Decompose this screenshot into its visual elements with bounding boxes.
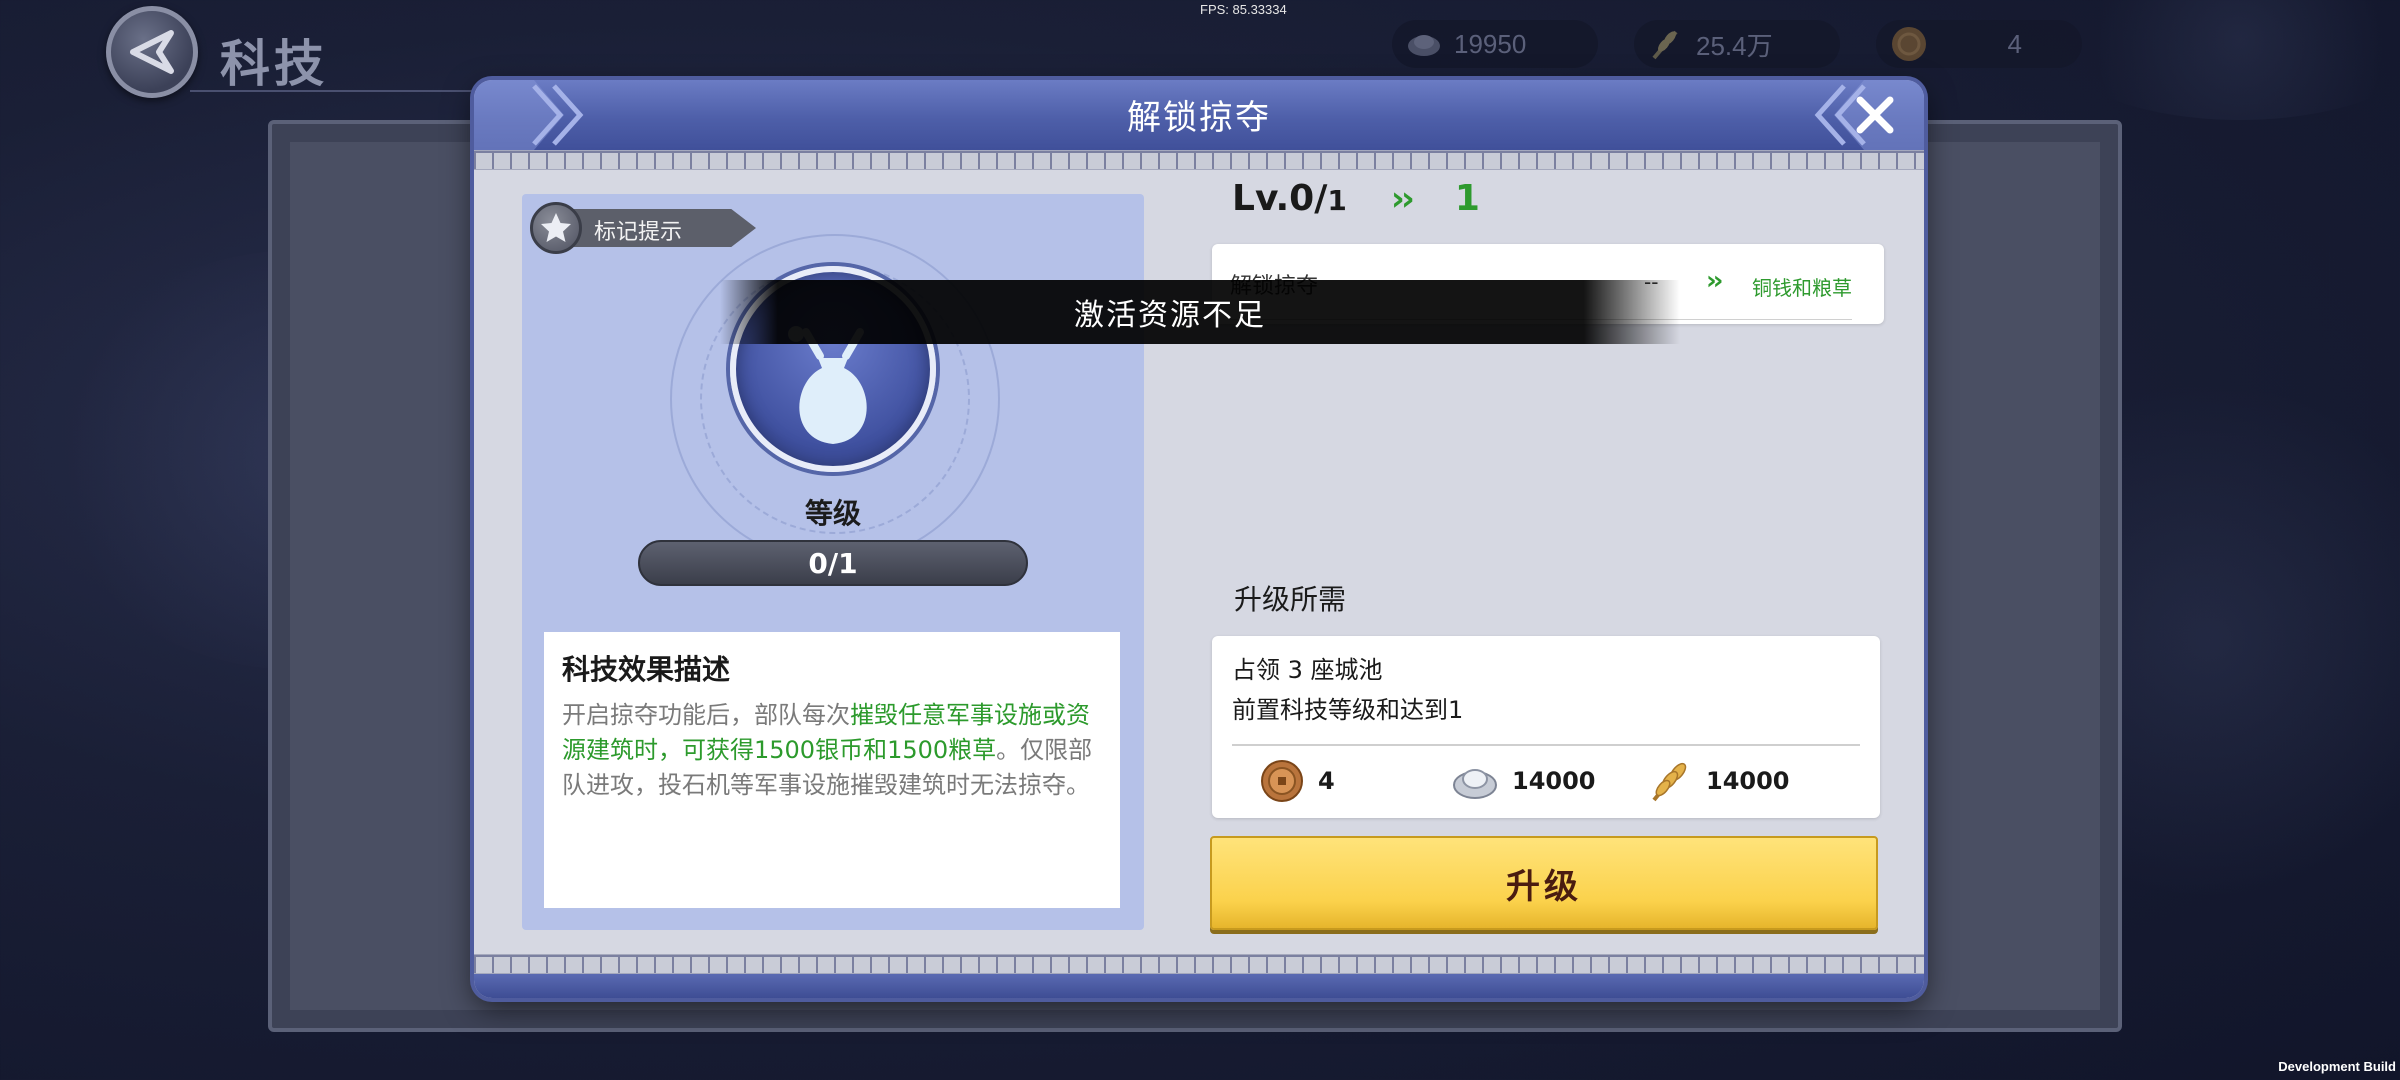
fps-counter: FPS: 85.33334 xyxy=(1200,2,1287,17)
effect-next: 铜钱和粮草 xyxy=(1752,276,1852,300)
modal-title: 解锁掠夺 xyxy=(1127,98,1271,138)
close-button[interactable] xyxy=(1850,90,1900,140)
star-icon xyxy=(541,213,571,242)
page-title: 科技 xyxy=(220,35,328,93)
cost-copper: 4 xyxy=(1260,758,1335,804)
cost-grain-amount: 14000 xyxy=(1706,767,1790,795)
description-text: 开启掠夺功能后，部队每次摧毁任意军事设施或资源建筑时，可获得1500银币和150… xyxy=(562,698,1102,803)
level-label: 等级 xyxy=(804,497,861,530)
insufficient-resources-toast: 激活资源不足 xyxy=(720,280,1680,344)
tech-description-box: 科技效果描述 开启掠夺功能后，部队每次摧毁任意军事设施或资源建筑时，可获得150… xyxy=(544,632,1120,908)
requirement-item: 占领 3 座城池 xyxy=(1232,656,1383,684)
requirements-divider xyxy=(1232,744,1860,746)
modal-header: 解锁掠夺 xyxy=(474,80,1924,150)
requirements-card: 占领 3 座城池 前置科技等级和达到1 4 14000 14000 xyxy=(1212,636,1880,818)
mark-hint-tag[interactable]: 标记提示 xyxy=(530,202,756,254)
silver-ingot-icon xyxy=(1453,769,1497,799)
level-current: Lv.0/ xyxy=(1232,178,1328,219)
cost-silver-amount: 14000 xyxy=(1512,767,1596,795)
description-title: 科技效果描述 xyxy=(562,653,731,686)
copper-amount: 4 xyxy=(2007,28,2022,59)
toast-text: 激活资源不足 xyxy=(1074,298,1266,333)
wheat-icon xyxy=(1652,762,1687,802)
grain-amount: 25.4万 xyxy=(1696,30,1773,61)
silver-resource[interactable]: 19950 xyxy=(1392,20,1598,68)
level-value: 0/1 xyxy=(808,546,858,580)
requirements-title: 升级所需 xyxy=(1234,583,1347,616)
copper-resource[interactable]: 4 xyxy=(1876,20,2082,68)
requirement-item: 前置科技等级和达到1 xyxy=(1232,696,1464,724)
greek-key-border xyxy=(474,150,1924,170)
level-progress-bar: 0/1 xyxy=(638,540,1028,586)
copper-coin-icon xyxy=(1261,760,1303,802)
background-swirl xyxy=(2050,0,2400,120)
upgrade-button[interactable]: 升级 xyxy=(1210,836,1878,930)
level-row: Lv.0/ 1 ›› 1 xyxy=(1232,178,1480,226)
silver-amount: 19950 xyxy=(1454,28,1527,59)
silver-ingot-icon xyxy=(1408,35,1440,56)
wheat-icon xyxy=(1652,30,1678,60)
level-max: 1 xyxy=(1327,184,1347,217)
tech-detail-modal: 解锁掠夺 标记提示 等级 0/1 科技效果描述 开启掠夺功能后，部队每次摧毁任意… xyxy=(474,80,1924,998)
upgrade-label: 升级 xyxy=(1506,866,1582,907)
greek-key-border xyxy=(474,954,1924,974)
cost-silver: 14000 xyxy=(1452,758,1596,804)
title-underline xyxy=(190,90,490,92)
back-arrow-icon xyxy=(130,30,174,74)
description-part1: 开启掠夺功能后，部队每次 xyxy=(562,701,850,729)
level-arrow: ›› xyxy=(1390,179,1415,219)
dev-build-label: Development Build xyxy=(2278,1059,2396,1074)
level-next: 1 xyxy=(1454,178,1480,219)
grain-resource[interactable]: 25.4万 xyxy=(1634,20,1840,68)
close-icon xyxy=(1856,96,1894,134)
copper-coin-icon xyxy=(1892,27,1926,61)
back-button[interactable] xyxy=(106,6,198,98)
effect-arrow: ›› xyxy=(1706,266,1724,296)
mark-hint-label: 标记提示 xyxy=(594,220,683,245)
modal-footer xyxy=(474,974,1924,998)
star-badge xyxy=(530,202,582,254)
cost-grain: 14000 xyxy=(1648,758,1790,804)
cost-copper-amount: 4 xyxy=(1318,767,1335,795)
